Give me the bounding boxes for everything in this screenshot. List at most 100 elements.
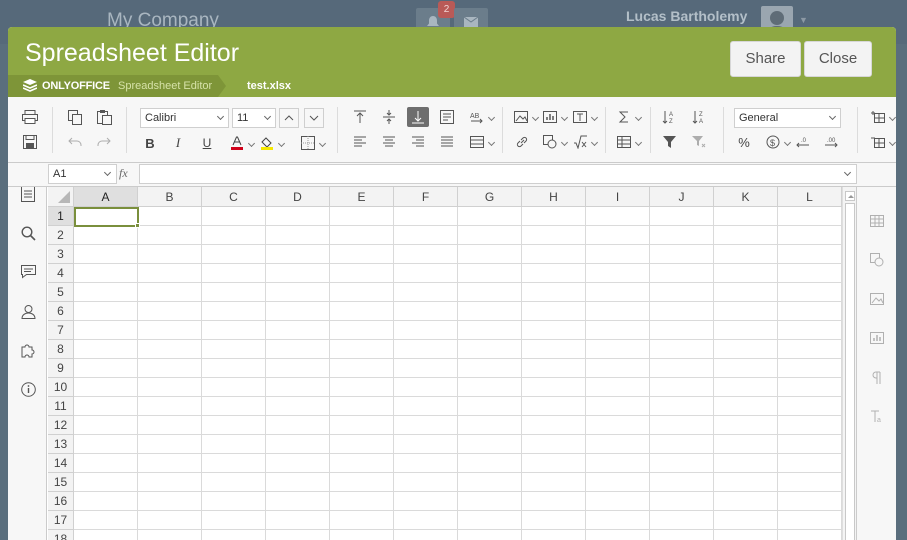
column-header-h[interactable]: H <box>522 187 586 207</box>
column-header-e[interactable]: E <box>330 187 394 207</box>
comments-button[interactable] <box>19 263 37 281</box>
sort-ascending-button[interactable]: AZ <box>658 107 680 127</box>
undo-button[interactable] <box>64 132 86 152</box>
spreadsheet-grid[interactable]: A B C D E F G H I J K L 1 2 3 4 5 6 7 8 9 10 11 12 13 14 15 16 17 18 <box>48 187 842 540</box>
wrap-text-button[interactable] <box>436 107 458 127</box>
column-header-a[interactable]: A <box>74 187 138 207</box>
clear-filter-button[interactable] <box>688 132 710 152</box>
paragraph-settings-button[interactable] <box>869 369 885 385</box>
row-header-7[interactable]: 7 <box>48 321 74 340</box>
filter-button[interactable] <box>658 132 680 152</box>
increase-font-button[interactable] <box>279 108 299 128</box>
column-header-l[interactable]: L <box>778 187 842 207</box>
formula-input[interactable] <box>139 164 857 184</box>
row-header-6[interactable]: 6 <box>48 302 74 321</box>
row-header-11[interactable]: 11 <box>48 397 74 416</box>
insert-cells-button[interactable] <box>868 107 896 127</box>
insert-shape-button[interactable] <box>540 132 570 152</box>
align-top-button[interactable] <box>349 107 371 127</box>
user-name[interactable]: Lucas Bartholemy <box>626 8 747 24</box>
row-header-5[interactable]: 5 <box>48 283 74 302</box>
column-header-g[interactable]: G <box>458 187 522 207</box>
insert-function-fx-button[interactable]: fx <box>119 166 128 181</box>
fill-handle[interactable] <box>135 223 140 228</box>
column-header-b[interactable]: B <box>138 187 202 207</box>
delete-cells-button[interactable] <box>868 132 896 152</box>
column-header-j[interactable]: J <box>650 187 714 207</box>
text-orientation-button[interactable]: AB <box>467 107 497 127</box>
scrollbar-thumb[interactable] <box>845 203 855 540</box>
increase-decimal-button[interactable]: .00 <box>820 132 842 152</box>
decrease-decimal-button[interactable]: .0 <box>792 132 814 152</box>
insert-image-button[interactable] <box>511 107 541 127</box>
align-center-button[interactable] <box>378 132 400 152</box>
column-header-f[interactable]: F <box>394 187 458 207</box>
breadcrumb-app[interactable]: Spreadsheet Editor <box>118 80 212 92</box>
align-bottom-button[interactable] <box>407 107 429 127</box>
number-format-select[interactable]: General <box>734 108 841 128</box>
row-header-9[interactable]: 9 <box>48 359 74 378</box>
paste-button[interactable] <box>93 107 115 127</box>
row-header-1[interactable]: 1 <box>48 207 74 226</box>
about-button[interactable] <box>19 380 37 398</box>
row-header-2[interactable]: 2 <box>48 226 74 245</box>
scroll-up-arrow-icon[interactable] <box>845 191 855 201</box>
row-header-14[interactable]: 14 <box>48 454 74 473</box>
print-button[interactable] <box>19 107 41 127</box>
format-as-table-button[interactable] <box>614 132 644 152</box>
insert-textbox-button[interactable] <box>570 107 600 127</box>
plugins-button[interactable] <box>19 341 37 359</box>
selected-cell[interactable] <box>74 207 139 227</box>
row-header-10[interactable]: 10 <box>48 378 74 397</box>
row-header-8[interactable]: 8 <box>48 340 74 359</box>
row-header-4[interactable]: 4 <box>48 264 74 283</box>
column-header-k[interactable]: K <box>714 187 778 207</box>
italic-button[interactable]: I <box>167 133 189 153</box>
chart-settings-button[interactable] <box>869 330 885 346</box>
share-button[interactable]: Share <box>730 41 801 77</box>
underline-button[interactable]: U <box>196 133 218 153</box>
align-left-button[interactable] <box>349 132 371 152</box>
row-header-12[interactable]: 12 <box>48 416 74 435</box>
merge-cells-button[interactable] <box>467 132 497 152</box>
insert-chart-button[interactable] <box>540 107 570 127</box>
font-name-select[interactable]: Calibri <box>140 108 229 128</box>
align-right-button[interactable] <box>407 132 429 152</box>
percent-style-button[interactable]: % <box>733 132 755 152</box>
row-header-17[interactable]: 17 <box>48 511 74 530</box>
row-header-15[interactable]: 15 <box>48 473 74 492</box>
column-header-i[interactable]: I <box>586 187 650 207</box>
copy-button[interactable] <box>64 107 86 127</box>
borders-button[interactable] <box>298 133 328 153</box>
insert-function-button[interactable] <box>614 107 644 127</box>
vertical-scrollbar[interactable] <box>842 187 856 540</box>
file-menu-button[interactable] <box>19 185 37 203</box>
chat-button[interactable] <box>19 302 37 320</box>
image-settings-button[interactable] <box>869 291 885 307</box>
close-button[interactable]: Close <box>804 41 872 77</box>
insert-hyperlink-button[interactable] <box>511 132 533 152</box>
cell-settings-button[interactable] <box>869 213 885 229</box>
save-button[interactable] <box>19 132 41 152</box>
shape-settings-button[interactable] <box>869 252 885 268</box>
align-middle-button[interactable] <box>378 107 400 127</box>
justify-button[interactable] <box>436 132 458 152</box>
column-header-c[interactable]: C <box>202 187 266 207</box>
decrease-font-button[interactable] <box>304 108 324 128</box>
column-header-d[interactable]: D <box>266 187 330 207</box>
user-menu-caret-icon[interactable]: ▼ <box>799 15 808 25</box>
redo-button[interactable] <box>93 132 115 152</box>
row-header-13[interactable]: 13 <box>48 435 74 454</box>
row-header-18[interactable]: 18 <box>48 530 74 540</box>
sort-descending-button[interactable]: ZA <box>688 107 710 127</box>
insert-equation-button[interactable] <box>570 132 600 152</box>
font-size-select[interactable]: 11 <box>232 108 276 128</box>
bold-button[interactable]: B <box>139 133 161 153</box>
row-header-3[interactable]: 3 <box>48 245 74 264</box>
search-button[interactable] <box>19 224 37 242</box>
row-header-16[interactable]: 16 <box>48 492 74 511</box>
highlight-color-button[interactable] <box>257 133 287 153</box>
font-color-button[interactable] <box>227 133 257 153</box>
accounting-style-button[interactable]: $ <box>763 132 793 152</box>
textart-settings-button[interactable]: a <box>869 408 885 424</box>
